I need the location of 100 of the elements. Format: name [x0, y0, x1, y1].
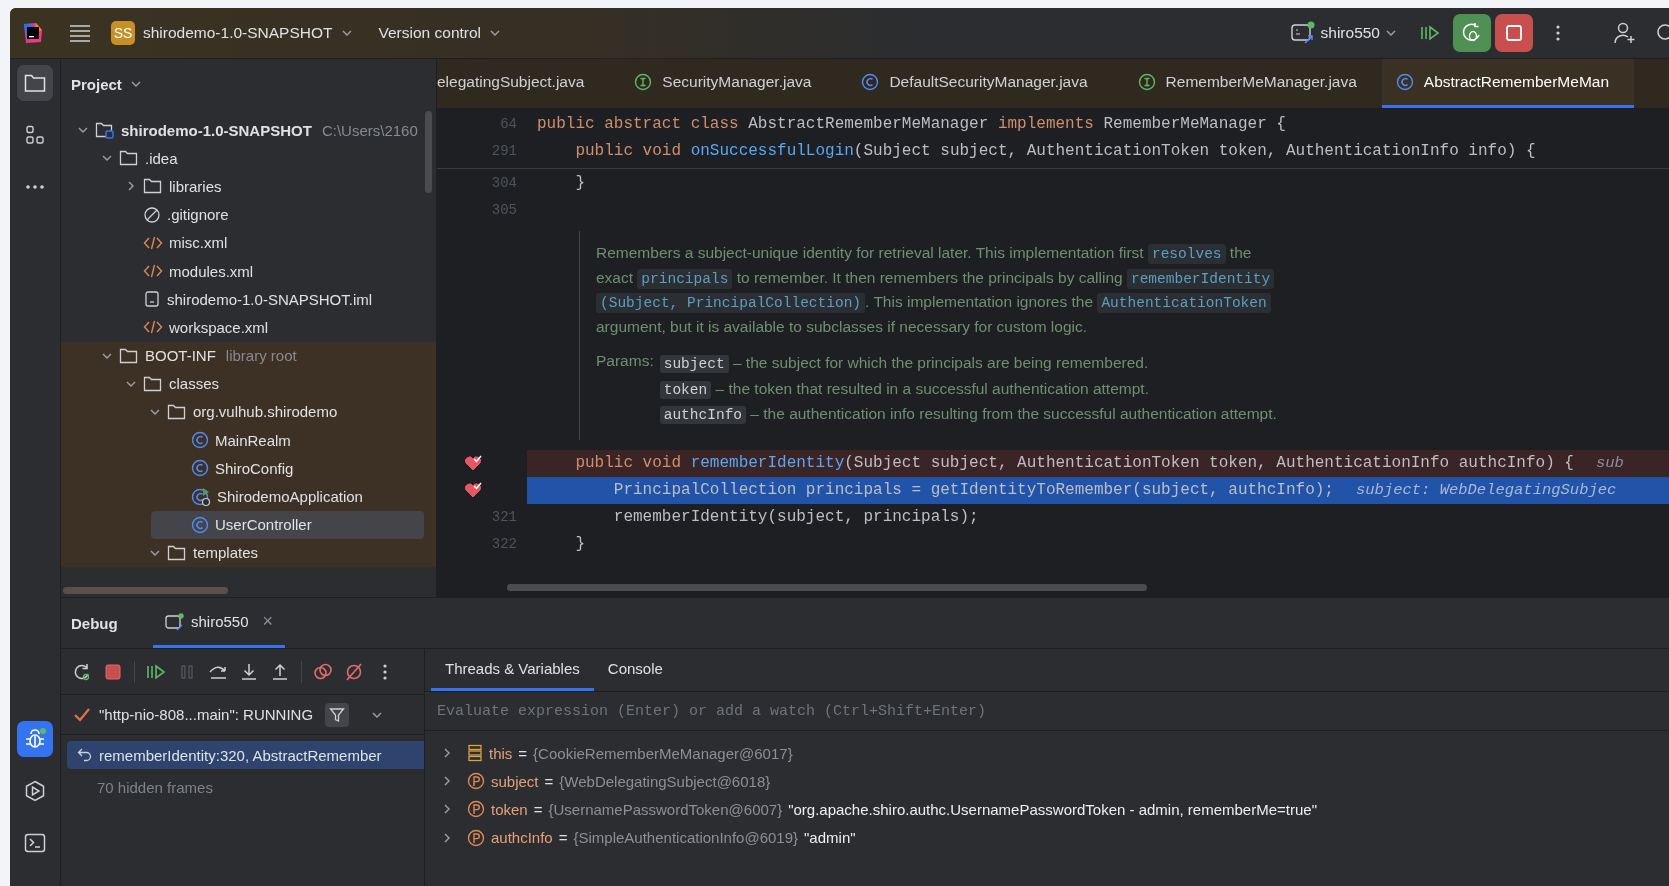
editor-tab[interactable]: SecurityManager.java [609, 59, 837, 108]
line-number: 291 [491, 142, 517, 159]
variable-row[interactable]: authcInfo = {SimpleAuthenticationInfo@6019} "admin" [425, 823, 1669, 852]
code-link[interactable]: rememberIdentity [1126, 268, 1275, 289]
resume-icon[interactable] [1420, 24, 1440, 42]
code-line: } [574, 173, 585, 192]
tree-item[interactable]: misc.xml [123, 228, 424, 257]
project-switcher[interactable]: SS shirodemo-1.0-SNAPSHOT [111, 21, 353, 45]
document-icon [143, 290, 161, 309]
scrollbar[interactable] [63, 587, 228, 594]
tree-item[interactable]: .gitignore [123, 200, 424, 229]
stop-button[interactable] [1495, 14, 1533, 52]
tree-item[interactable]: UserController [151, 510, 424, 539]
debug-tool-button[interactable] [17, 721, 53, 757]
filter-button[interactable] [325, 702, 350, 727]
stack-frame[interactable]: rememberIdentity:320, AbstractRemember [67, 741, 424, 769]
breakpoint-icon[interactable] [464, 453, 482, 472]
code-link[interactable]: (Subject, PrincipalCollection) [596, 293, 866, 313]
version-control-menu[interactable]: Version control [378, 24, 502, 42]
line-number: 305 [491, 201, 517, 218]
line-number: 321 [491, 509, 517, 525]
tree-item-hint: library root [225, 347, 297, 365]
tree-item[interactable]: workspace.xml [123, 313, 424, 342]
editor-tab[interactable]: elegatingSubject.java [437, 59, 610, 108]
runnable-class-icon [191, 486, 211, 507]
tree-item[interactable]: ShiroConfig [171, 454, 424, 483]
interface-icon [1137, 73, 1156, 91]
tree-item[interactable]: BOOT-INF library root [99, 341, 424, 370]
menu-icon[interactable] [69, 24, 91, 42]
editor-tab[interactable]: DefaultSecurityManager.java [836, 59, 1113, 108]
code-link[interactable]: resolves [1147, 244, 1226, 264]
scrollbar[interactable] [507, 584, 1147, 591]
line-number: 64 [500, 115, 517, 132]
run-window-icon [165, 612, 185, 631]
variable-row[interactable]: this = {CookieRememberMeManager@6017} [425, 739, 1669, 768]
tree-item[interactable]: shirodemo-1.0-SNAPSHOT.iml [123, 285, 424, 314]
tree-item[interactable]: shirodemo-1.0-SNAPSHOT C:\Users\2160 [75, 116, 424, 145]
parameter-icon [467, 800, 485, 819]
code-link[interactable]: principals [637, 268, 733, 289]
parameter-icon [467, 828, 485, 847]
session-tab[interactable]: shiro550 × [153, 598, 286, 648]
thread-label: "http-nio-808...main": RUNNING [99, 706, 314, 723]
tree-item[interactable]: MainRealm [171, 426, 424, 455]
tree-item[interactable]: org.vulhub.shirodemo [147, 397, 424, 426]
more-icon[interactable] [1555, 24, 1561, 42]
class-icon [191, 459, 209, 478]
run-window-icon [1289, 21, 1316, 45]
scrollbar[interactable] [425, 111, 432, 193]
close-tab-button[interactable]: × [262, 611, 274, 632]
folder-icon [167, 402, 187, 421]
stop-icon[interactable] [104, 662, 122, 681]
tree-item[interactable]: templates [147, 538, 424, 567]
step-out-icon[interactable] [271, 662, 289, 681]
param-description: authcInfo – the authentication info resulting from the successful authentication attempt. [659, 402, 1277, 428]
code-line: PrincipalCollection principals = getIdentityToRemember(subject, authcInfo); [612, 481, 1334, 499]
parameter-icon [467, 772, 485, 791]
rerun-icon[interactable] [72, 661, 92, 682]
project-badge: SS [111, 21, 135, 45]
tree-item-hint: C:\Users\2160 [321, 121, 418, 139]
tree-item[interactable]: modules.xml [123, 257, 424, 286]
editor-tab[interactable]: RememberMeManager.java [1112, 59, 1382, 108]
tree-item[interactable]: classes [123, 369, 424, 398]
return-arrow-icon [77, 748, 93, 762]
code-link[interactable]: AuthenticationToken [1097, 293, 1271, 313]
run-configuration-selector[interactable]: shiro550 [1289, 21, 1397, 45]
play-hexagon-icon [24, 780, 46, 802]
project-tool-button[interactable] [17, 65, 53, 101]
step-into-icon[interactable] [240, 662, 258, 681]
variable-row[interactable]: token = {UsernamePasswordToken@6007} "org.apache.shiro.authc.UsernamePasswordToken - admin, rememberMe=true" [425, 795, 1669, 824]
tree-item[interactable]: libraries [123, 172, 424, 201]
structure-icon [25, 125, 45, 145]
tree-item[interactable]: ShirodemoApplication [171, 482, 424, 511]
app-logo-icon[interactable] [22, 22, 44, 44]
param-description: subject – the subject for which the principals are being remembered. [659, 351, 1277, 377]
class-icon [861, 73, 880, 91]
class-icon [191, 515, 209, 534]
add-user-icon[interactable] [1613, 21, 1637, 45]
line-number: 322 [491, 536, 517, 552]
resume-icon[interactable] [146, 662, 166, 681]
folder-icon [119, 149, 139, 168]
tree-item[interactable]: .idea [99, 144, 424, 173]
editor-tab[interactable]: AbstractRememberMeMan [1381, 59, 1635, 108]
evaluate-expression-field[interactable]: Evaluate expression (Enter) or add a watch (Ctrl+Shift+Enter) [425, 691, 1669, 731]
param-description: token – the token that resulted in a successful authentication attempt. [659, 376, 1277, 402]
sticky-code-line: public void onSuccessfulLogin(Subject subject, AuthenticationToken token, AuthenticationInfo info) { [574, 141, 1536, 160]
variable-row[interactable]: subject = {WebDelegatingSubject@6018} [425, 767, 1669, 796]
terminal-icon [24, 833, 46, 853]
no-entry-icon [143, 205, 161, 224]
panel-tab[interactable]: Console [593, 649, 677, 691]
mute-breakpoints-icon[interactable] [344, 661, 364, 682]
documentation-text: Remembers a subject-unique identity for retrieval later. This implementation first resolves the exact principals to remember. It then remembers the principals by calling rememberIdentity (Subject, PrincipalCollection) . This implementation ignores the AuthenticationToken argument, but it is available to subclasses if necessary for custom logic. [596, 241, 1286, 339]
more-icon[interactable] [382, 662, 388, 681]
debug-button[interactable] [1453, 14, 1491, 52]
stack-icon [467, 744, 483, 763]
breakpoint-icon[interactable] [464, 480, 482, 499]
panel-title: Debug [70, 613, 119, 634]
thread-selector[interactable]: "http-nio-808...main": RUNNING [61, 695, 424, 735]
breakpoints-icon[interactable] [313, 661, 333, 682]
code-line: public void rememberIdentity(Subject subject, AuthenticationToken token, AuthenticationInfo authcInfo) { [574, 454, 1574, 472]
project-view-selector[interactable]: Project [71, 75, 142, 93]
